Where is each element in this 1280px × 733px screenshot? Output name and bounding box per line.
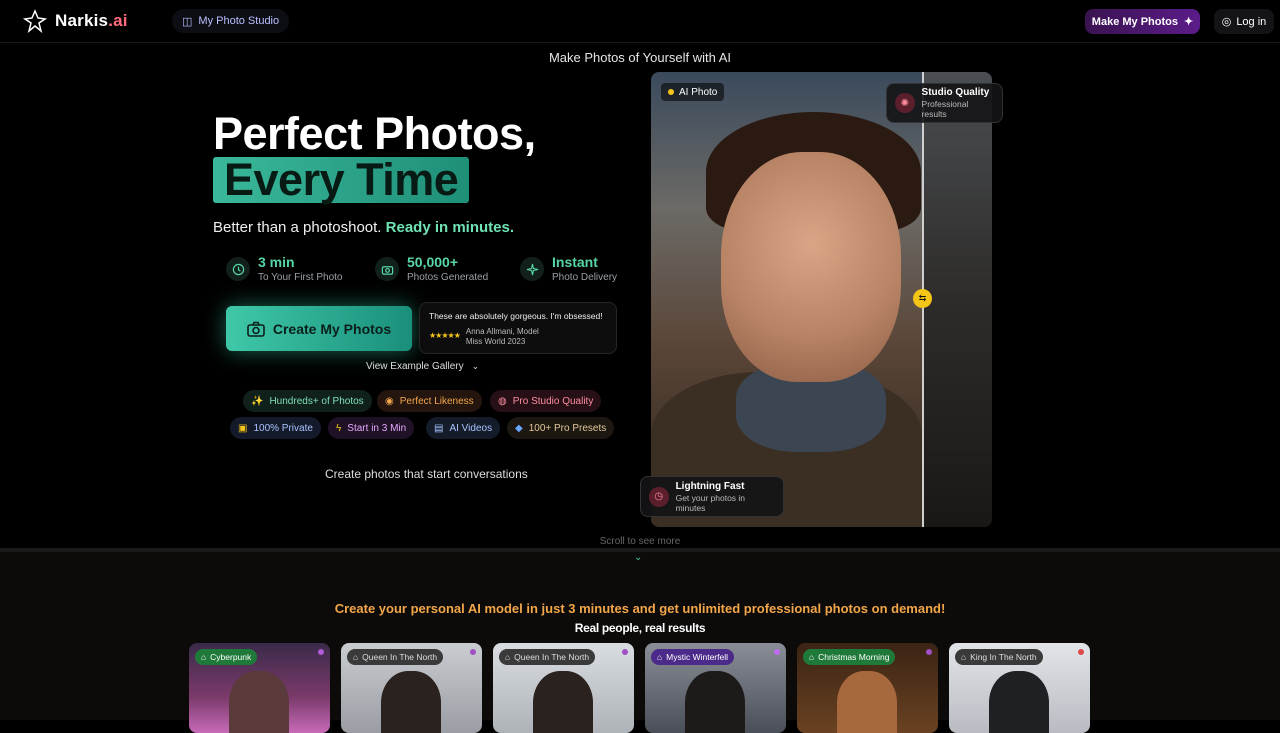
user-icon: ◎ xyxy=(1221,16,1232,28)
stat-value: 50,000+ xyxy=(407,254,458,270)
sparkle-icon: ✨ xyxy=(251,395,264,407)
make-my-photos-button[interactable]: Make My Photos ✦ xyxy=(1085,9,1200,34)
status-dot xyxy=(774,649,780,655)
stat-label: Photo Delivery xyxy=(552,272,618,283)
conversations-text: Create photos that start conversations xyxy=(325,467,528,481)
hero-tagline: Make Photos of Yourself with AI xyxy=(548,50,732,65)
subtitle-plain: Better than a photoshoot. xyxy=(213,219,382,236)
create-my-photos-button[interactable]: Create My Photos xyxy=(226,306,412,351)
portrait-thumbnail xyxy=(989,671,1049,733)
top-nav: Narkis.ai ◫ My Photo Studio Make My Phot… xyxy=(0,0,1280,43)
brand-suffix: .ai xyxy=(108,11,128,30)
presets-icon: ◆ xyxy=(515,422,523,434)
sparkle-icon: ✦ xyxy=(1183,16,1194,28)
camera-icon: ◫ xyxy=(182,15,193,28)
feature-chip-presets: ◆ 100+ Pro Presets xyxy=(507,417,615,439)
style-tag: ⌂ Mystic Winterfell xyxy=(651,649,735,665)
feature-chip-videos: ▤ AI Videos xyxy=(426,417,501,439)
brand-name: Narkis xyxy=(55,11,109,30)
testimonial-quote: These are absolutely gorgeous. I'm obses… xyxy=(429,311,603,321)
hero-subtitle: Better than a photoshoot. Ready in minut… xyxy=(213,219,514,236)
status-dot xyxy=(470,649,476,655)
studio-quality-badge: ✺ Studio Quality Professional results xyxy=(886,83,1003,123)
tag-icon: ⌂ xyxy=(657,652,663,662)
stat-value: 3 min xyxy=(258,254,295,270)
feature-chip-start: ϟ Start in 3 Min xyxy=(328,417,415,439)
chevron-down-icon: ⌄ xyxy=(471,361,480,371)
palette-icon: ◍ xyxy=(498,395,507,407)
promo-subheadline: Real people, real results xyxy=(574,621,706,635)
target-icon: ◉ xyxy=(385,395,394,407)
cta-label: Create My Photos xyxy=(272,320,392,337)
lightning-fast-badge: ◷ Lightning Fast Get your photos in minut… xyxy=(640,476,784,517)
hero-title-line2: Every Time xyxy=(213,157,470,203)
brand-logo[interactable]: Narkis.ai xyxy=(23,9,128,33)
status-dot xyxy=(926,649,932,655)
portrait-thumbnail xyxy=(837,671,897,733)
camera-icon xyxy=(375,257,399,281)
style-tag: ⌂ Queen In The North xyxy=(347,649,444,665)
view-example-gallery-link[interactable]: View Example Gallery ⌄ xyxy=(366,361,479,372)
portrait-face xyxy=(721,152,901,382)
lock-icon: ▣ xyxy=(238,422,248,434)
status-dot xyxy=(318,649,324,655)
stat-label: To Your First Photo xyxy=(258,272,343,283)
portrait-thumbnail xyxy=(685,671,745,733)
ai-photo-preview xyxy=(651,72,992,527)
style-tag: ⌂ Queen In The North xyxy=(499,649,596,665)
bolt-icon: ϟ xyxy=(336,422,342,434)
promo-headline: Create your personal AI model in just 3 … xyxy=(334,601,946,616)
testimonial-title: Miss World 2023 xyxy=(465,337,526,346)
make-button-label: Make My Photos xyxy=(1091,15,1178,28)
compare-slider-handle[interactable]: ⇆ xyxy=(913,289,932,308)
testimonial-card: These are absolutely gorgeous. I'm obses… xyxy=(419,302,617,354)
subtitle-highlight: Ready in minutes. xyxy=(385,219,515,236)
status-dot xyxy=(668,89,674,95)
stat-time: 3 min To Your First Photo xyxy=(226,254,343,283)
film-icon: ▤ xyxy=(434,422,444,434)
studio-link-label: My Photo Studio xyxy=(198,15,280,27)
feature-chip-likeness: ◉ Perfect Likeness xyxy=(377,390,482,412)
status-dot xyxy=(622,649,628,655)
hero-title-line1: Perfect Photos, xyxy=(213,108,536,159)
logo-icon xyxy=(23,9,47,33)
clock-icon xyxy=(226,257,250,281)
login-button[interactable]: ◎ Log in xyxy=(1214,9,1274,34)
camera-icon xyxy=(247,321,265,337)
tag-icon: ⌂ xyxy=(353,652,359,662)
style-tag: ⌂ Cyberpunk xyxy=(195,649,258,665)
portrait-thumbnail xyxy=(229,671,289,733)
testimonial-name: Anna Allmani, Model xyxy=(465,327,539,336)
tag-icon: ⌂ xyxy=(961,652,967,662)
feature-chip-photos: ✨ Hundreds+ of Photos xyxy=(243,390,372,412)
ai-photo-tag: AI Photo xyxy=(661,83,725,101)
original-photo-strip xyxy=(922,72,992,527)
tag-icon: ⌂ xyxy=(505,652,511,662)
rating-stars: ★★★★★ xyxy=(429,331,461,340)
stat-value: Instant xyxy=(552,254,598,270)
feature-chip-private: ▣ 100% Private xyxy=(230,417,321,439)
tag-icon: ⌂ xyxy=(809,652,815,662)
login-label: Log in xyxy=(1236,15,1267,28)
style-tag: ⌂ King In The North xyxy=(955,649,1043,665)
scroll-hint: Scroll to see more xyxy=(599,536,681,547)
gallery-link-label: View Example Gallery xyxy=(366,361,464,372)
portrait-thumbnail xyxy=(381,671,441,733)
sparkle-icon: ✺ xyxy=(895,93,915,113)
feature-chip-quality: ◍ Pro Studio Quality xyxy=(490,390,602,412)
chevron-down-icon[interactable]: ⌄ xyxy=(634,552,642,563)
my-photo-studio-link[interactable]: ◫ My Photo Studio xyxy=(172,9,290,33)
portrait-thumbnail xyxy=(533,671,593,733)
status-dot xyxy=(1078,649,1084,655)
tag-icon: ⌂ xyxy=(201,652,207,662)
sparkle-icon xyxy=(520,257,544,281)
stat-label: Photos Generated xyxy=(407,272,489,283)
style-tag: ⌂ Christmas Morning xyxy=(803,649,896,665)
stat-photos: 50,000+ Photos Generated xyxy=(375,254,488,283)
stat-delivery: Instant Photo Delivery xyxy=(520,254,617,283)
clock-icon: ◷ xyxy=(649,486,669,507)
